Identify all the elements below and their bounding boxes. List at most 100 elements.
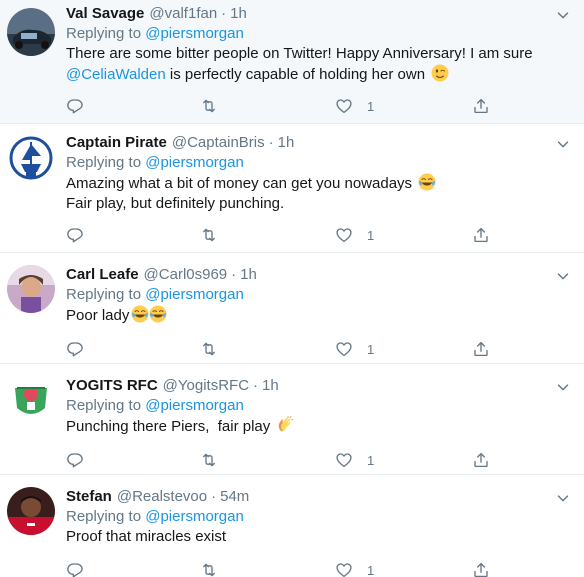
retweet-button[interactable] bbox=[200, 226, 218, 244]
chevron-down-icon[interactable] bbox=[554, 135, 572, 153]
replying-prefix: Replying to bbox=[66, 397, 142, 414]
tweet-1[interactable]: Val Savage @valf1fan · 1h Replying to @p… bbox=[0, 0, 584, 124]
tweet-text-tail: is perfectly capable of holding her own bbox=[165, 66, 426, 83]
like-button[interactable]: 1 bbox=[335, 340, 374, 358]
retweet-icon bbox=[200, 561, 218, 577]
avatar[interactable] bbox=[7, 134, 55, 182]
avatar[interactable] bbox=[7, 374, 55, 422]
like-button[interactable]: 1 bbox=[335, 561, 374, 577]
mention-link[interactable]: @piersmorgan bbox=[145, 397, 244, 414]
reply-button[interactable] bbox=[66, 97, 84, 115]
display-name[interactable]: Captain Pirate bbox=[66, 133, 167, 153]
tweet-text-2: Fair play, but definitely punching. bbox=[66, 195, 285, 212]
timestamp[interactable]: 54m bbox=[220, 487, 249, 507]
tears-of-joy-emoji-icon bbox=[149, 305, 167, 323]
tweet-text: Poor lady bbox=[66, 305, 584, 326]
mention-link[interactable]: @piersmorgan bbox=[145, 154, 244, 171]
user-handle[interactable]: @YogitsRFC bbox=[163, 376, 249, 396]
mention-link[interactable]: @piersmorgan bbox=[145, 25, 244, 42]
tweet-text: There are some bitter people on Twitter!… bbox=[66, 45, 533, 62]
mention-link[interactable]: @piersmorgan bbox=[145, 508, 244, 525]
tweet-4[interactable]: YOGITS RFC @YogitsRFC · 1h Replying to @… bbox=[0, 364, 584, 475]
tweet-text: Amazing what a bit of money can get you … bbox=[66, 173, 584, 194]
timestamp[interactable]: 1h bbox=[240, 265, 257, 285]
tweet-2[interactable]: Captain Pirate @CaptainBris · 1h Replyin… bbox=[0, 124, 584, 253]
reply-icon bbox=[66, 97, 84, 115]
share-button[interactable] bbox=[472, 340, 490, 358]
chevron-down-icon[interactable] bbox=[554, 267, 572, 285]
user-handle[interactable]: @Carl0s969 bbox=[144, 265, 228, 285]
tweet-header: Val Savage @valf1fan · 1h bbox=[66, 4, 584, 24]
tweet-3[interactable]: Carl Leafe @Carl0s969 · 1h Replying to @… bbox=[0, 253, 584, 364]
separator-dot: · bbox=[268, 134, 274, 151]
retweet-icon bbox=[200, 340, 218, 358]
replying-line: Replying to @piersmorgan bbox=[66, 396, 584, 416]
like-button[interactable]: 1 bbox=[335, 226, 374, 244]
tears-of-joy-emoji-icon bbox=[131, 305, 149, 323]
share-button[interactable] bbox=[472, 97, 490, 115]
heart-icon bbox=[335, 561, 353, 577]
replying-line: Replying to @piersmorgan bbox=[66, 507, 584, 527]
tweet-text-part: Punching there Piers, fair play bbox=[66, 418, 271, 435]
replying-prefix: Replying to bbox=[66, 25, 142, 42]
retweet-button[interactable] bbox=[200, 561, 218, 577]
tweet-header: Stefan @Realstevoo · 54m bbox=[66, 487, 584, 507]
retweet-button[interactable] bbox=[200, 340, 218, 358]
like-button[interactable]: 1 bbox=[335, 451, 374, 469]
mention-link[interactable]: @piersmorgan bbox=[145, 286, 244, 303]
chevron-down-icon[interactable] bbox=[554, 378, 572, 396]
replying-prefix: Replying to bbox=[66, 286, 142, 303]
tweet-actions: 1 bbox=[66, 555, 584, 577]
display-name[interactable]: Stefan bbox=[66, 487, 112, 507]
like-count: 1 bbox=[367, 98, 375, 114]
share-button[interactable] bbox=[472, 451, 490, 469]
tears-of-joy-emoji-icon bbox=[418, 173, 436, 191]
display-name[interactable]: Carl Leafe bbox=[66, 265, 139, 285]
share-icon bbox=[472, 340, 490, 358]
timestamp[interactable]: 1h bbox=[278, 133, 295, 153]
replying-line: Replying to @piersmorgan bbox=[66, 285, 584, 305]
retweet-icon bbox=[200, 97, 218, 115]
tweet-actions: 1 bbox=[66, 334, 584, 366]
tweet-actions: 1 bbox=[66, 91, 584, 123]
reply-icon bbox=[66, 226, 84, 244]
clapping-hands-emoji-icon bbox=[276, 416, 294, 434]
winking-face-emoji-icon bbox=[431, 64, 449, 82]
heart-icon bbox=[335, 340, 353, 358]
reply-button[interactable] bbox=[66, 340, 84, 358]
like-count: 1 bbox=[367, 562, 375, 577]
reply-button[interactable] bbox=[66, 451, 84, 469]
reply-button[interactable] bbox=[66, 226, 84, 244]
reply-button[interactable] bbox=[66, 561, 84, 577]
tweet-header: Carl Leafe @Carl0s969 · 1h bbox=[66, 265, 584, 285]
share-button[interactable] bbox=[472, 226, 490, 244]
tweet-text-part: Amazing what a bit of money can get you … bbox=[66, 175, 413, 192]
timestamp[interactable]: 1h bbox=[230, 4, 247, 24]
timestamp[interactable]: 1h bbox=[262, 376, 279, 396]
mention-link[interactable]: @CeliaWalden bbox=[66, 66, 166, 83]
share-icon bbox=[472, 561, 490, 577]
user-handle[interactable]: @Realstevoo bbox=[117, 487, 207, 507]
like-count: 1 bbox=[367, 452, 375, 468]
display-name[interactable]: YOGITS RFC bbox=[66, 376, 158, 396]
heart-icon bbox=[335, 451, 353, 469]
replying-line: Replying to @piersmorgan bbox=[66, 24, 584, 44]
share-button[interactable] bbox=[472, 561, 490, 577]
display-name[interactable]: Val Savage bbox=[66, 4, 144, 24]
tweet-text: Proof that miracles exist bbox=[66, 528, 227, 545]
separator-dot: · bbox=[253, 377, 259, 394]
like-button[interactable]: 1 bbox=[335, 97, 374, 115]
chevron-down-icon[interactable] bbox=[554, 489, 572, 507]
chevron-down-icon[interactable] bbox=[554, 6, 572, 24]
retweet-button[interactable] bbox=[200, 97, 218, 115]
avatar[interactable] bbox=[7, 8, 55, 56]
tweet-text-part: Poor lady bbox=[66, 307, 130, 324]
user-handle[interactable]: @valf1fan bbox=[149, 4, 217, 24]
retweet-button[interactable] bbox=[200, 451, 218, 469]
tweet-5[interactable]: Stefan @Realstevoo · 54m Replying to @pi… bbox=[0, 475, 584, 577]
user-handle[interactable]: @CaptainBris bbox=[172, 133, 265, 153]
tweet-actions: 1 bbox=[66, 220, 584, 252]
avatar[interactable] bbox=[7, 265, 55, 313]
tweet-header: YOGITS RFC @YogitsRFC · 1h bbox=[66, 376, 584, 396]
avatar[interactable] bbox=[7, 487, 55, 535]
